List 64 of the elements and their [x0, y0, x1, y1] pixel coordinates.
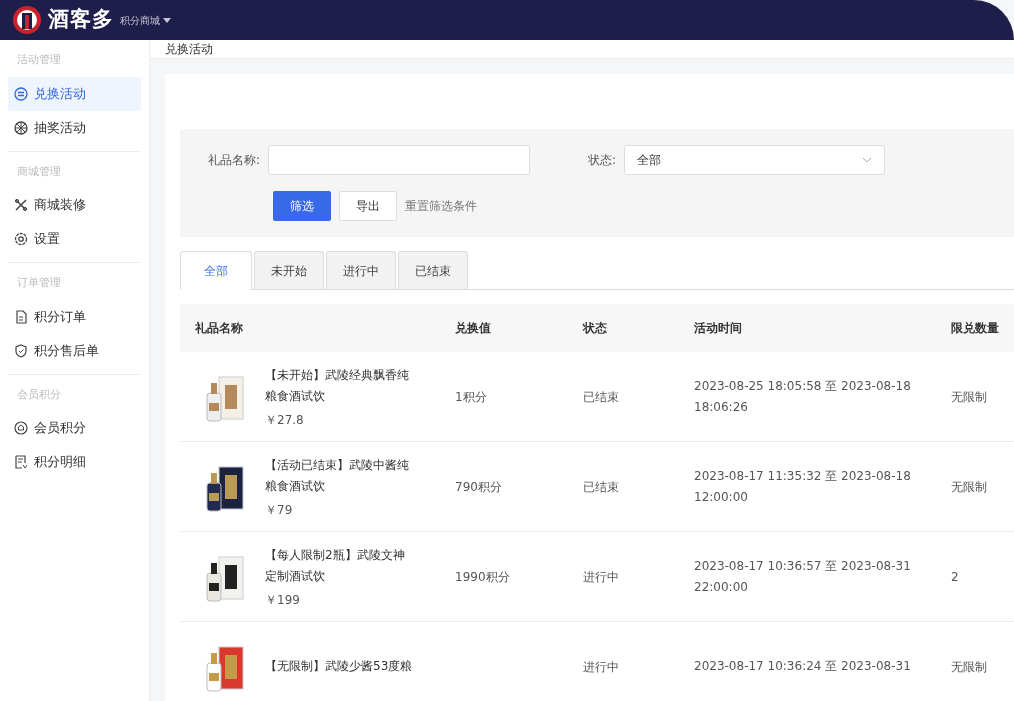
- sidebar-item[interactable]: 积分售后单: [8, 333, 141, 368]
- activity-time: 2023-08-17 10:36:24 至 2023-08-31: [694, 659, 911, 673]
- activity-time: 2023-08-25 18:05:58 至 2023-08-18 18:06:26: [694, 378, 911, 414]
- status-text: 进行中: [583, 569, 619, 584]
- limit-text: 无限制: [951, 389, 987, 404]
- member-icon: [14, 421, 28, 435]
- logo-icon: [12, 5, 42, 35]
- product-name: 【活动已结束】武陵中酱纯粮食酒试饮: [265, 456, 410, 495]
- activity-time: 2023-08-17 10:36:57 至 2023-08-31 22:00:00: [694, 558, 911, 594]
- sidebar-item[interactable]: 积分明细: [8, 445, 141, 479]
- section-title: 订单管理: [16, 275, 62, 291]
- chevron-down-icon: [862, 157, 873, 163]
- tab[interactable]: 已结束: [398, 251, 468, 289]
- status-text: 进行中: [583, 659, 619, 674]
- points-value: 1积分: [455, 389, 487, 404]
- column-header: 兑换值: [455, 321, 491, 335]
- filter-button[interactable]: 筛选: [273, 191, 331, 221]
- limit-text: 无限制: [951, 659, 987, 674]
- product-name: 【每人限制2瓶】武陵文神定制酒试饮: [265, 546, 406, 585]
- product-price: ￥79: [265, 501, 294, 519]
- column-header: 礼品名称: [195, 320, 243, 337]
- limit-text: 2: [951, 569, 959, 584]
- export-button[interactable]: 导出: [339, 191, 397, 221]
- column-header: 限兑数量: [951, 321, 999, 335]
- product-name: 【无限制】武陵少酱53度粮: [265, 658, 414, 675]
- product-price: ￥27.8: [265, 411, 305, 429]
- tab[interactable]: 全部: [180, 251, 252, 290]
- sidebar-item[interactable]: 设置: [8, 222, 141, 256]
- points-value: 790积分: [455, 479, 502, 494]
- tools-icon: [14, 198, 28, 212]
- caret-icon: [163, 17, 171, 23]
- column-header: 状态: [583, 321, 607, 335]
- column-header: 活动时间: [694, 320, 742, 335]
- tab[interactable]: 进行中: [326, 251, 396, 289]
- sidebar-item[interactable]: 商城装修: [8, 188, 141, 222]
- app-switcher[interactable]: 积分商城: [120, 12, 171, 28]
- sidebar-item[interactable]: 抽奖活动: [8, 110, 141, 145]
- limit-text: 无限制: [951, 479, 987, 494]
- document-icon: [14, 309, 28, 324]
- status-text: 已结束: [583, 479, 619, 494]
- sidebar-item[interactable]: 积分订单: [8, 299, 141, 334]
- wheel-icon: [14, 120, 28, 135]
- product-name: 【未开始】武陵经典飘香纯粮食酒试饮: [265, 366, 410, 405]
- sidebar-item[interactable]: 会员积分: [8, 411, 141, 445]
- status-text: 已结束: [583, 389, 619, 404]
- field-label: 状态:: [588, 152, 617, 169]
- section-title: 活动管理: [16, 52, 62, 68]
- settings-icon: [14, 232, 28, 246]
- shield-icon: [14, 343, 28, 358]
- section-title: 会员积分: [16, 386, 62, 403]
- activity-time: 2023-08-17 11:35:32 至 2023-08-18 12:00:00: [694, 468, 911, 504]
- status-dropdown[interactable]: 全部: [624, 145, 886, 175]
- input-field[interactable]: [268, 145, 531, 175]
- reset-link[interactable]: 重置筛选条件: [405, 197, 477, 215]
- points-value: 1990积分: [455, 569, 510, 584]
- tab[interactable]: 未开始: [254, 251, 324, 289]
- section-title: 商城管理: [16, 163, 62, 180]
- page-title: 兑换活动: [165, 41, 213, 58]
- list-icon: [14, 455, 28, 469]
- logo-text: 酒客多: [48, 6, 114, 34]
- sidebar-item[interactable]: 兑换活动: [8, 76, 141, 111]
- field-label: 礼品名称:: [208, 152, 261, 169]
- exchange-icon: [14, 86, 28, 101]
- product-price: ￥199: [265, 591, 301, 609]
